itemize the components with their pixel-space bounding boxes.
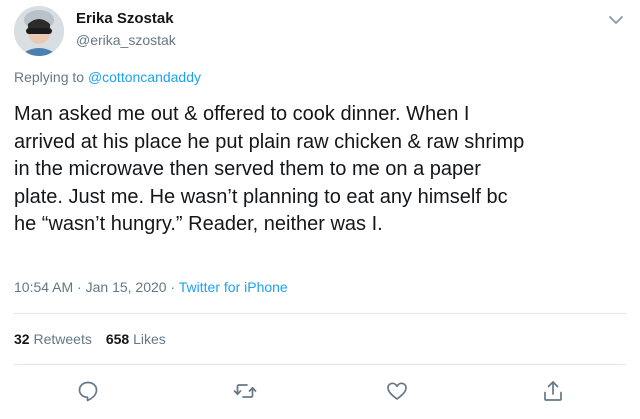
tweet-text-line: plate. Just me. He wasn’t planning to ea… <box>14 185 508 208</box>
comment-icon[interactable] <box>75 378 101 404</box>
retweet-icon[interactable] <box>232 378 258 404</box>
tweet-text-line: Man asked me out & offered to cook dinne… <box>14 103 470 125</box>
avatar-image <box>14 6 64 56</box>
user-handle[interactable]: @erika_szostak <box>76 32 176 48</box>
tweet-metadata: 10:54 AM · Jan 15, 2020 · Twitter for iP… <box>14 279 288 295</box>
divider <box>14 313 626 314</box>
tweet-text-line: he “wasn’t hungry.” Reader, neither was … <box>14 213 383 236</box>
likes-label: Likes <box>133 331 166 347</box>
retweets-stat[interactable]: 32 Retweets <box>14 331 92 347</box>
retweets-count: 32 <box>14 331 30 347</box>
tweet-text-line: arrived at his place he put plain raw ch… <box>14 130 525 153</box>
retweets-label: Retweets <box>33 331 92 347</box>
avatar[interactable] <box>14 6 64 56</box>
replying-to: Replying to @cottoncandaddy <box>14 69 201 85</box>
divider <box>14 364 626 365</box>
replying-to-mention[interactable]: @cottoncandaddy <box>88 69 201 85</box>
tweet-date[interactable]: Jan 15, 2020 <box>86 279 167 295</box>
likes-count: 658 <box>105 331 130 347</box>
display-name[interactable]: Erika Szostak <box>76 10 174 27</box>
meta-separator: · <box>73 279 86 295</box>
share-icon[interactable] <box>540 378 566 404</box>
tweet-time[interactable]: 10:54 AM <box>14 279 73 295</box>
tweet-text-line: in the microwave then served them to me … <box>14 158 481 181</box>
tweet-source[interactable]: Twitter for iPhone <box>179 279 288 295</box>
meta-separator: · <box>166 279 179 295</box>
tweet-text: Man asked me out & offered to cook dinne… <box>14 101 626 239</box>
chevron-down-icon[interactable] <box>606 12 626 28</box>
replying-to-label: Replying to <box>14 69 88 85</box>
tweet-actions <box>0 378 640 406</box>
tweet-card: Erika Szostak @erika_szostak Replying to… <box>0 0 640 419</box>
tweet-stats: 32 Retweets 658 Likes <box>14 331 180 347</box>
heart-icon[interactable] <box>384 378 410 404</box>
likes-stat[interactable]: 658 Likes <box>106 331 166 347</box>
